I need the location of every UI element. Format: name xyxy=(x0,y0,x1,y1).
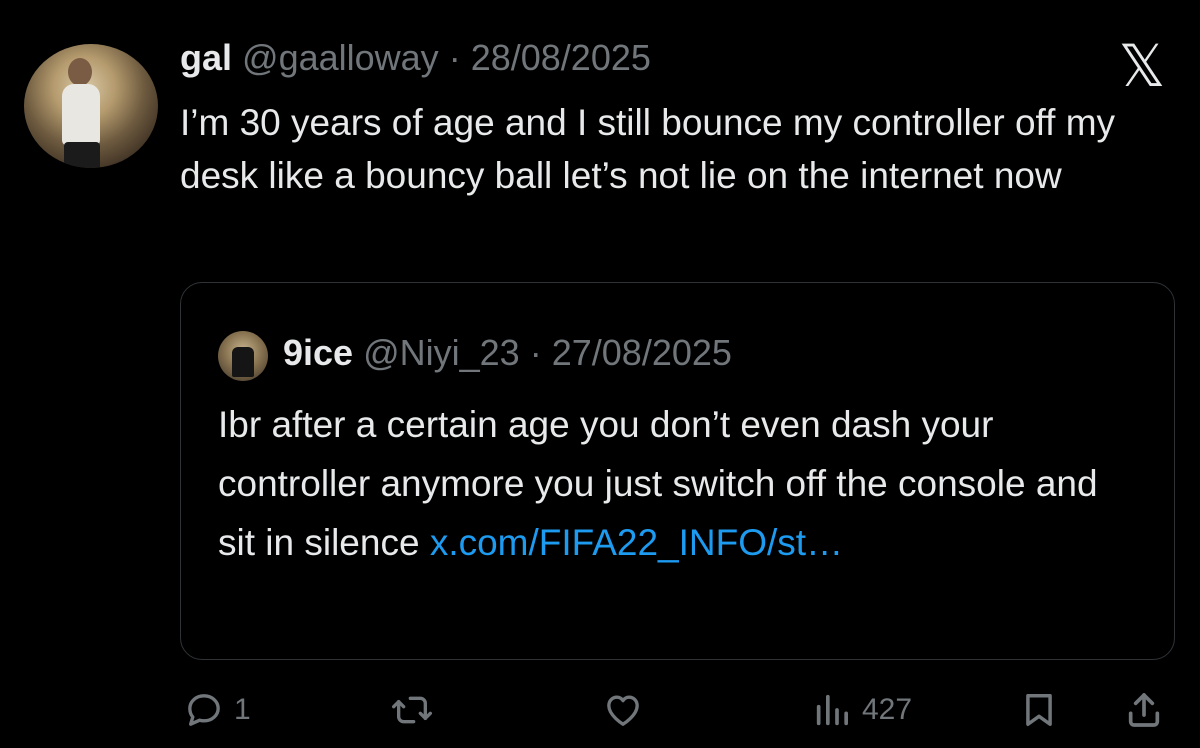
tweet-header: gal @gaalloway · 28/08/2025 xyxy=(180,34,651,82)
quoted-handle[interactable]: @Niyi_23 xyxy=(363,332,520,373)
quoted-avatar-figure xyxy=(232,347,254,377)
quoted-separator: · xyxy=(529,332,542,373)
tweet-text: I’m 30 years of age and I still bounce m… xyxy=(180,102,1116,196)
heart-icon xyxy=(607,695,639,726)
display-name[interactable]: gal xyxy=(180,37,232,78)
separator: · xyxy=(448,37,461,78)
reply-icon xyxy=(188,694,220,726)
x-logo-icon: 𝕏 xyxy=(1118,32,1166,100)
quoted-link[interactable]: x.com/FIFA22_INFO/st… xyxy=(430,522,843,563)
avatar-legs xyxy=(64,142,100,168)
like-button[interactable] xyxy=(602,686,644,734)
views-button[interactable]: 427 xyxy=(812,686,912,734)
share-button[interactable] xyxy=(1124,686,1164,734)
quoted-header: 9ice @Niyi_23 · 27/08/2025 xyxy=(283,329,732,377)
avatar-head xyxy=(68,58,92,86)
quoted-date[interactable]: 27/08/2025 xyxy=(552,332,732,373)
avatar[interactable] xyxy=(24,44,158,168)
quoted-text: Ibr after a certain age you don’t even d… xyxy=(218,395,1118,572)
tweet-card[interactable]: gal @gaalloway · 28/08/2025 𝕏 I’m 30 yea… xyxy=(0,0,1200,748)
bookmark-button[interactable] xyxy=(1020,686,1058,734)
quoted-display-name[interactable]: 9ice xyxy=(283,332,353,373)
quoted-avatar[interactable] xyxy=(218,331,268,381)
action-bar: 1 427 xyxy=(0,680,1200,740)
quoted-tweet[interactable]: 9ice @Niyi_23 · 27/08/2025 Ibr after a c… xyxy=(180,282,1175,660)
handle[interactable]: @gaalloway xyxy=(242,37,439,78)
repost-button[interactable] xyxy=(390,686,434,734)
reply-count: 1 xyxy=(234,693,251,726)
bookmark-icon xyxy=(1026,694,1052,726)
repost-icon xyxy=(391,696,432,724)
tweet-date[interactable]: 28/08/2025 xyxy=(471,37,651,78)
avatar-body xyxy=(62,84,100,146)
share-icon xyxy=(1128,693,1160,727)
view-count: 427 xyxy=(862,693,913,726)
views-bar-chart-icon xyxy=(816,694,848,726)
reply-button[interactable]: 1 xyxy=(184,686,251,734)
